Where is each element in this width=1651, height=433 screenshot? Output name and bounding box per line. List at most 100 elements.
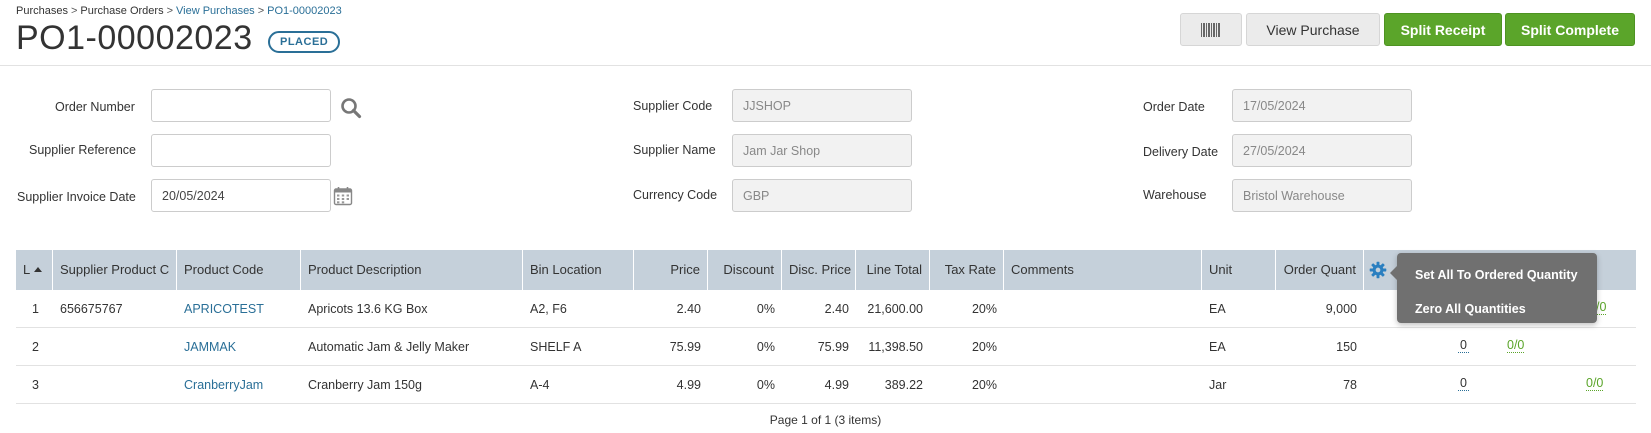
breadcrumb-current-order[interactable]: PO1-00002023 (267, 5, 342, 17)
cell-bin-location: A-4 (530, 378, 550, 392)
pager-summary: Page 1 of 1 (3 items) (769, 413, 882, 427)
search-icon[interactable] (340, 97, 362, 119)
breadcrumb-separator: > (257, 5, 265, 17)
received-quantity-input[interactable]: 0 (1458, 328, 1469, 366)
column-header-disc-price[interactable]: Disc. Price (782, 250, 856, 290)
column-header-supplier-product-code[interactable]: Supplier Product C (53, 250, 177, 290)
warehouse-field[interactable] (1232, 179, 1412, 212)
order-number-input[interactable] (151, 89, 331, 122)
cell-order-quantity: 78 (1343, 378, 1357, 392)
cell-discount: 0% (756, 302, 775, 316)
received-ratio-link[interactable]: 0/0 (1507, 328, 1525, 366)
cell-disc-price: 4.99 (824, 378, 849, 392)
cell-tax-rate: 20% (971, 378, 997, 392)
supplier-reference-label: Supplier Reference (29, 143, 137, 157)
breadcrumb-separator: > (166, 5, 174, 17)
table-row[interactable]: 1 656675767 APRICOTEST Apricots 13.6 KG … (16, 290, 1636, 328)
calendar-icon[interactable] (333, 186, 353, 206)
cell-unit: Jar (1209, 378, 1227, 392)
supplier-name-label: Supplier Name (633, 143, 716, 157)
order-date-label: Order Date (1143, 100, 1205, 114)
breadcrumb: Purchases > Purchase Orders > View Purchases… (16, 5, 342, 17)
table-row[interactable]: 3 CranberryJam Cranberry Jam 150g A-4 4.… (16, 366, 1636, 404)
cell-discount: 0% (756, 378, 775, 392)
cell-unit: EA (1209, 340, 1226, 354)
view-purchase-button[interactable]: View Purchase (1246, 13, 1380, 46)
column-header-bin-location[interactable]: Bin Location (523, 250, 634, 290)
order-date-field[interactable] (1232, 89, 1412, 122)
menu-item-set-all-ordered[interactable]: Set All To Ordered Quantity (1415, 268, 1578, 282)
received-ratio-text: 0/0 (1586, 376, 1604, 391)
currency-code-label: Currency Code (633, 188, 718, 202)
cell-product-description: Apricots 13.6 KG Box (308, 302, 428, 316)
supplier-invoice-date-input[interactable] (151, 179, 331, 212)
cell-tax-rate: 20% (971, 302, 997, 316)
gear-icon[interactable] (1369, 261, 1387, 279)
warehouse-label: Warehouse (1143, 188, 1207, 202)
cell-supplier-product-code (53, 328, 177, 366)
cell-unit: EA (1209, 302, 1226, 316)
sort-ascending-icon (34, 266, 43, 272)
column-header-line-total[interactable]: Line Total (856, 250, 930, 290)
table-row[interactable]: 2 JAMMAK Automatic Jam & Jelly Maker SHE… (16, 328, 1636, 366)
supplier-code-label: Supplier Code (633, 99, 713, 113)
received-ratio-link[interactable]: /0 (1596, 290, 1607, 328)
column-header-order-quantity[interactable]: Order Quant (1276, 250, 1364, 290)
supplier-code-field[interactable] (732, 89, 912, 122)
quantity-actions-menu: Set All To Ordered Quantity Zero All Qua… (1390, 253, 1597, 323)
cell-comments (1004, 290, 1202, 328)
column-header-discount[interactable]: Discount (708, 250, 782, 290)
cell-discount: 0% (756, 340, 775, 354)
column-header-price[interactable]: Price (634, 250, 708, 290)
cell-price: 4.99 (676, 378, 701, 392)
breadcrumb-view-purchases[interactable]: View Purchases (176, 5, 255, 17)
cell-order-quantity: 9,000 (1325, 302, 1357, 316)
split-complete-button[interactable]: Split Complete (1505, 13, 1635, 46)
cell-product-description: Cranberry Jam 150g (308, 378, 422, 392)
cell-product-code-link[interactable]: CranberryJam (177, 366, 301, 404)
cell-bin-location: A2, F6 (530, 302, 567, 316)
cell-product-description: Automatic Jam & Jelly Maker (308, 340, 470, 354)
received-quantity-value: 0 (1458, 338, 1469, 353)
column-header-product-description[interactable]: Product Description (301, 250, 523, 290)
cell-product-code-link[interactable]: APRICOTEST (177, 290, 301, 328)
cell-comments (1004, 366, 1202, 404)
cell-line-total: 11,398.50 (868, 340, 923, 354)
received-ratio-link[interactable]: 0/0 (1586, 366, 1604, 404)
column-header-line[interactable]: L (16, 250, 53, 290)
barcode-button[interactable] (1180, 13, 1242, 46)
status-badge: PLACED (268, 31, 341, 53)
page-title: PO1-00002023 (16, 19, 253, 57)
cell-line-total: 21,600.00 (867, 302, 923, 316)
cell-line: 1 (32, 302, 39, 316)
cell-line: 2 (32, 340, 39, 354)
currency-code-field[interactable] (732, 179, 912, 212)
delivery-date-field[interactable] (1232, 134, 1412, 167)
breadcrumb-separator: > (70, 5, 78, 17)
cell-order-quantity: 150 (1336, 340, 1357, 354)
cell-product-code-link[interactable]: JAMMAK (177, 328, 301, 366)
cell-bin-location: SHELF A (530, 340, 582, 354)
split-receipt-button[interactable]: Split Receipt (1384, 13, 1502, 46)
received-ratio-text: /0 (1596, 300, 1607, 315)
column-header-unit[interactable]: Unit (1202, 250, 1276, 290)
cell-price: 2.40 (676, 302, 701, 316)
cell-tax-rate: 20% (971, 340, 997, 354)
column-header-comments[interactable]: Comments (1004, 250, 1202, 290)
column-header-product-code[interactable]: Product Code (177, 250, 301, 290)
column-header-tax-rate[interactable]: Tax Rate (930, 250, 1004, 290)
supplier-reference-input[interactable] (151, 134, 331, 167)
breadcrumb-purchase-orders[interactable]: Purchase Orders (80, 5, 163, 17)
menu-item-zero-all[interactable]: Zero All Quantities (1415, 302, 1526, 316)
barcode-icon (1201, 23, 1221, 38)
breadcrumb-purchases[interactable]: Purchases (16, 5, 68, 17)
cell-disc-price: 2.40 (824, 302, 849, 316)
received-quantity-value: 0 (1458, 376, 1469, 391)
received-quantity-input[interactable]: 0 (1458, 366, 1469, 404)
cell-line-total: 389.22 (884, 378, 923, 392)
cell-price: 75.99 (669, 340, 701, 354)
column-header-line-label: L (23, 262, 31, 277)
cell-line: 3 (32, 378, 39, 392)
supplier-name-field[interactable] (732, 134, 912, 167)
page-header: Purchases > Purchase Orders > View Purchases… (0, 0, 1651, 66)
